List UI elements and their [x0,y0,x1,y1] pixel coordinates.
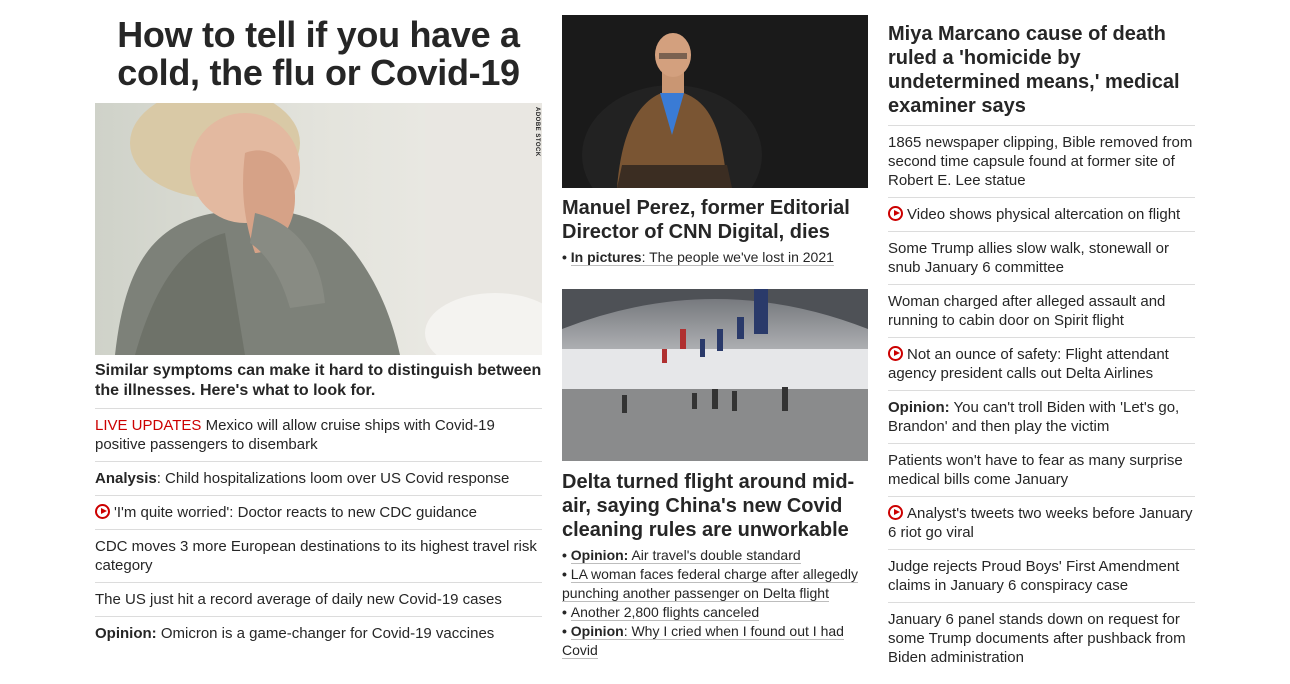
related-item[interactable]: • LA woman faces federal charge after al… [562,565,868,603]
list-item[interactable]: LIVE UPDATES Mexico will allow cruise sh… [95,408,542,461]
related-item[interactable]: • Opinion: Air travel's double standard [562,546,868,565]
card-title-delta[interactable]: Delta turned flight around mid-air, sayi… [562,470,872,542]
card-title-manuel-perez[interactable]: Manuel Perez, former Editorial Director … [562,196,872,244]
right-story-list: 1865 newspaper clipping, Bible removed f… [888,125,1195,674]
list-item[interactable]: Not an ounce of safety: Flight attendant… [888,337,1195,390]
list-item[interactable]: 1865 newspaper clipping, Bible removed f… [888,125,1195,197]
left-column: How to tell if you have a cold, the flu … [95,0,542,642]
video-play-icon [888,505,903,520]
hero-image-woman-coughing[interactable]: ADOBE STOCK [95,103,542,355]
video-play-icon [888,206,903,221]
list-item[interactable]: The US just hit a record average of dail… [95,582,542,616]
list-item[interactable]: Judge rejects Proud Boys' First Amendmen… [888,549,1195,602]
related-item[interactable]: • In pictures: The people we've lost in … [562,248,868,267]
hero-photo [95,103,542,355]
list-item[interactable]: CDC moves 3 more European destinations t… [95,529,542,582]
list-item[interactable]: Analyst's tweets two weeks before Januar… [888,496,1195,549]
related-item[interactable]: • Another 2,800 flights canceled [562,603,868,622]
live-updates-label: LIVE UPDATES [95,417,202,434]
left-story-list: LIVE UPDATES Mexico will allow cruise sh… [95,408,542,650]
related-links-card2: • Opinion: Air travel's double standard … [562,546,868,660]
video-play-icon [888,346,903,361]
list-item[interactable]: Video shows physical altercation on flig… [888,197,1195,231]
lead-headline[interactable]: How to tell if you have a cold, the flu … [95,16,542,92]
list-item[interactable]: Analysis: Child hospitalizations loom ov… [95,461,542,495]
related-links-card1: • In pictures: The people we've lost in … [562,248,868,267]
list-item[interactable]: Opinion: Omicron is a game-changer for C… [95,616,542,650]
list-item[interactable]: Woman charged after alleged assault and … [888,284,1195,337]
list-item[interactable]: January 6 panel stands down on request f… [888,602,1195,674]
list-item[interactable]: Some Trump allies slow walk, stonewall o… [888,231,1195,284]
manuel-perez-photo[interactable] [562,15,868,188]
airport-terminal-photo[interactable] [562,289,868,461]
right-headline[interactable]: Miya Marcano cause of death ruled a 'hom… [888,22,1198,118]
image-credit: ADOBE STOCK [534,107,540,157]
list-item[interactable]: 'I'm quite worried': Doctor reacts to ne… [95,495,542,529]
video-play-icon [95,504,110,519]
list-item[interactable]: Patients won't have to fear as many surp… [888,443,1195,496]
list-item[interactable]: Opinion: You can't troll Biden with 'Let… [888,390,1195,443]
lead-subhead[interactable]: Similar symptoms can make it hard to dis… [95,361,542,401]
related-item[interactable]: • Opinion: Why I cried when I found out … [562,622,868,660]
